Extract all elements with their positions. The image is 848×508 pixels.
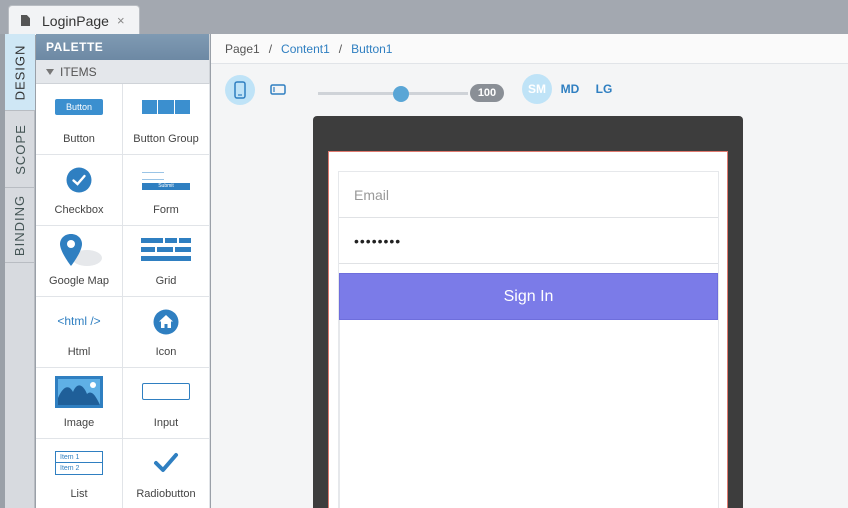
list-preview-item: Item 1 — [56, 452, 102, 463]
password-field[interactable]: •••••••• — [339, 218, 718, 264]
html-icon: <html /> — [57, 314, 101, 328]
palette-item-label: Checkbox — [54, 204, 104, 216]
palette-item-button[interactable]: Button Button — [36, 84, 123, 155]
form-icon: Submit — [142, 169, 190, 191]
breadcrumb-separator: / — [338, 41, 343, 56]
palette-item-label: Form — [153, 204, 179, 216]
palette-item-label: Image — [63, 417, 95, 429]
breakpoint-sm-button[interactable]: SM — [522, 74, 552, 104]
palette-item-label: Google Map — [49, 275, 109, 287]
list-icon: Item 1 Item 2 — [55, 451, 103, 475]
close-icon[interactable]: × — [117, 13, 125, 28]
items-section-toggle[interactable]: ITEMS — [36, 60, 209, 84]
palette-item-input[interactable]: Input — [123, 368, 210, 439]
breadcrumb-button1[interactable]: Button1 — [351, 42, 392, 56]
input-icon — [142, 383, 190, 400]
checkmark-icon — [154, 453, 178, 472]
palette-item-label: Button Group — [133, 133, 199, 145]
design-canvas-area: Page1 / Content1 / Button1 100 SM MD LG … — [211, 34, 848, 508]
palette-item-list[interactable]: Item 1 Item 2 List — [36, 439, 123, 508]
image-icon — [55, 376, 103, 408]
divider — [5, 262, 35, 263]
zoom-value-badge: 100 — [470, 84, 504, 102]
login-form: Email •••••••• Sign In — [338, 171, 719, 508]
list-preview-item: Item 2 — [60, 465, 80, 472]
palette-item-label: Html — [67, 346, 91, 358]
palette-item-label: Radiobutton — [136, 488, 196, 500]
tab-binding-label: BINDING — [12, 194, 28, 256]
tab-title: LoginPage — [42, 12, 109, 29]
form-submit-preview: Submit — [142, 183, 190, 190]
breadcrumb: Page1 / Content1 / Button1 — [211, 34, 848, 64]
editor-tab-strip: LoginPage × — [0, 0, 848, 35]
tab-scope-label: SCOPE — [12, 123, 28, 175]
breadcrumb-content1[interactable]: Content1 — [281, 42, 330, 56]
tab-scope[interactable]: SCOPE — [5, 111, 35, 187]
grid-icon — [141, 238, 191, 261]
map-pin-icon — [60, 234, 102, 266]
palette-item-label: Grid — [155, 275, 177, 287]
side-view-tabs: DESIGN SCOPE BINDING — [5, 34, 35, 508]
device-frame: Email •••••••• Sign In — [313, 116, 743, 508]
zoom-slider-handle[interactable] — [392, 86, 409, 102]
palette-item-form[interactable]: Submit Form — [123, 155, 210, 226]
palette-item-radiobutton[interactable]: Radiobutton — [123, 439, 210, 508]
palette-item-google-map[interactable]: Google Map — [36, 226, 123, 297]
tab-loginpage[interactable]: LoginPage × — [8, 5, 140, 35]
palette-item-html[interactable]: <html /> Html — [36, 297, 123, 368]
items-section-label: ITEMS — [60, 64, 97, 79]
phone-icon — [234, 81, 246, 99]
tab-design-label: DESIGN — [12, 44, 28, 100]
caret-down-icon — [46, 68, 54, 75]
document-icon — [21, 15, 30, 26]
checkbox-icon — [66, 167, 92, 193]
palette-item-grid[interactable]: Grid — [123, 226, 210, 297]
palette-header: PALETTE — [36, 34, 209, 60]
content1-container[interactable]: Email •••••••• Sign In — [328, 151, 728, 508]
sign-in-button[interactable]: Sign In — [339, 273, 718, 320]
button-icon: Button — [55, 99, 103, 115]
form-spacer — [339, 264, 718, 273]
tablet-landscape-icon[interactable] — [265, 82, 291, 98]
component-palette: PALETTE ITEMS Button Button Button Group… — [36, 34, 210, 508]
palette-item-icon[interactable]: Icon — [123, 297, 210, 368]
device-toolbar: 100 SM MD LG — [223, 74, 833, 106]
form-empty-area — [339, 320, 718, 508]
palette-item-label: Button — [63, 133, 95, 145]
palette-item-image[interactable]: Image — [36, 368, 123, 439]
palette-item-label: Icon — [155, 346, 177, 358]
palette-item-button-group[interactable]: Button Group — [123, 84, 210, 155]
palette-item-label: List — [70, 488, 88, 500]
palette-item-label: Input — [153, 417, 179, 429]
home-icon — [153, 309, 179, 335]
tab-design[interactable]: DESIGN — [5, 34, 35, 110]
tab-binding[interactable]: BINDING — [5, 188, 35, 262]
breakpoint-lg-button[interactable]: LG — [593, 74, 615, 104]
email-field[interactable]: Email — [339, 172, 718, 218]
button-group-icon — [142, 100, 190, 114]
breakpoint-md-button[interactable]: MD — [559, 74, 581, 104]
palette-item-checkbox[interactable]: Checkbox — [36, 155, 123, 226]
breadcrumb-separator: / — [268, 41, 273, 56]
breadcrumb-page1[interactable]: Page1 — [225, 42, 260, 56]
palette-grid: Button Button Button Group Checkbox Subm… — [36, 84, 210, 508]
phone-device-button[interactable] — [225, 75, 255, 105]
